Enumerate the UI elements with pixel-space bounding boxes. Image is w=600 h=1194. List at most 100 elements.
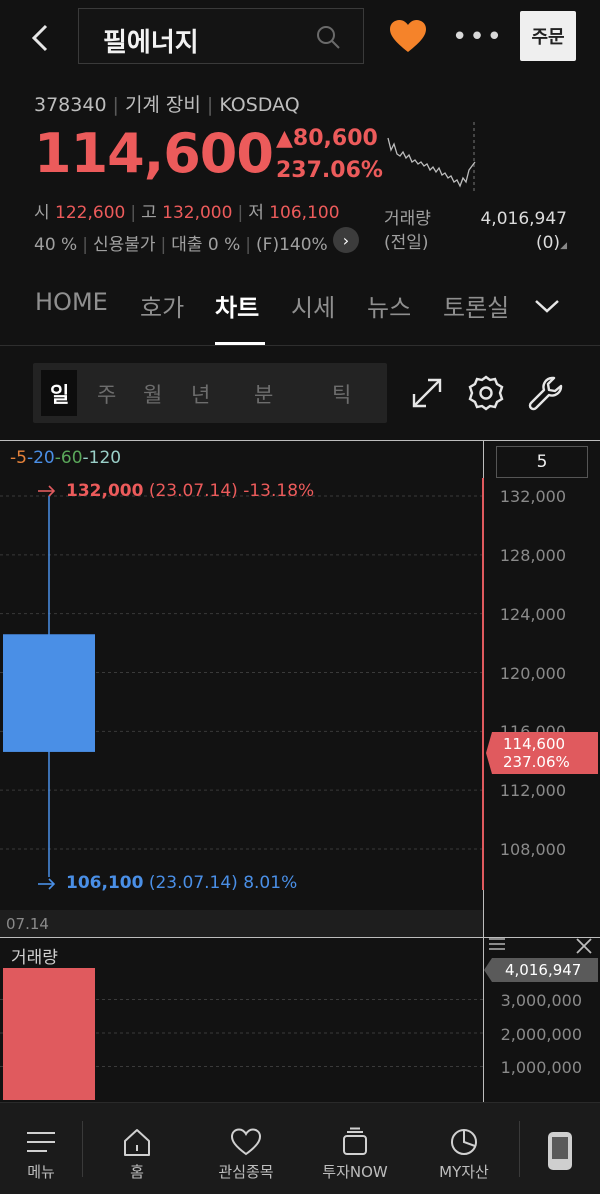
chart-high-label: 132,000 (23.07.14) -13.18% bbox=[38, 481, 314, 501]
expand-icon[interactable] bbox=[408, 374, 446, 412]
home-icon bbox=[124, 1129, 150, 1156]
back-arrow-icon[interactable] bbox=[26, 20, 56, 56]
nav-divider bbox=[519, 1121, 520, 1177]
flag-divider: | bbox=[245, 235, 252, 255]
flag-divider: | bbox=[160, 235, 167, 255]
current-price-tag-pct: 237.06% bbox=[503, 753, 570, 771]
prev-volume-value: 4,016,947 (0)◢ bbox=[480, 207, 567, 258]
volume-value-tag: 4,016,947 bbox=[484, 958, 598, 982]
stock-market: KOSDAQ bbox=[219, 94, 300, 116]
hl-divider: | bbox=[237, 203, 244, 223]
wrench-icon[interactable] bbox=[526, 374, 564, 412]
high-label: 고 bbox=[141, 203, 157, 223]
chart-low-label: 106,100 (23.07.14) 8.01% bbox=[38, 873, 297, 893]
heart-outline-icon bbox=[230, 1128, 262, 1156]
more-options-icon[interactable]: ••• bbox=[452, 22, 502, 52]
stock-name: 필에너지 bbox=[103, 28, 199, 58]
ma-20-label: 20 bbox=[33, 448, 55, 468]
foreign-rate: (F)140% bbox=[256, 235, 328, 255]
chart-low-detail: (23.07.14) 8.01% bbox=[148, 873, 298, 893]
y-tick: 120,000 bbox=[499, 664, 566, 683]
volume-sub-text: (0) bbox=[535, 233, 561, 253]
candle-body bbox=[3, 634, 95, 752]
period-week[interactable]: 주 bbox=[97, 379, 116, 409]
price-change-percent: 237.06% bbox=[276, 158, 383, 183]
stock-sector: 기계 장비 bbox=[124, 94, 201, 116]
nav-my-assets[interactable]: MY자산 bbox=[430, 1103, 498, 1194]
y-tick: 124,000 bbox=[499, 605, 566, 624]
y-tick: 128,000 bbox=[499, 546, 566, 565]
nav-home[interactable]: 홈 bbox=[113, 1103, 161, 1194]
period-tick[interactable]: 틱 bbox=[332, 379, 351, 409]
ma-5-label: 5 bbox=[16, 448, 27, 468]
volume-label: 거래량 bbox=[384, 209, 431, 229]
current-price-tag-value: 114,600 bbox=[503, 735, 566, 753]
nav-home-label: 홈 bbox=[130, 1163, 144, 1181]
menu-icon[interactable] bbox=[488, 936, 506, 952]
nav-invest-now[interactable]: 투자NOW bbox=[315, 1103, 395, 1194]
period-minute[interactable]: 분 bbox=[254, 379, 273, 409]
stock-meta: 378340 | 기계 장비 | KOSDAQ bbox=[34, 90, 300, 117]
hl-divider: | bbox=[130, 203, 137, 223]
close-icon[interactable] bbox=[574, 936, 594, 956]
tab-news[interactable]: 뉴스 bbox=[367, 288, 411, 323]
tab-discussion[interactable]: 토론실 bbox=[443, 288, 509, 323]
search-icon[interactable] bbox=[315, 24, 341, 50]
nav-watchlist[interactable]: 관심종목 bbox=[208, 1103, 284, 1194]
phone-icon[interactable] bbox=[546, 1130, 574, 1172]
tab-chart[interactable]: 차트 bbox=[215, 288, 259, 323]
nav-menu[interactable]: 메뉴 bbox=[18, 1103, 64, 1194]
hamburger-menu-icon bbox=[27, 1132, 55, 1152]
moving-average-legend: -5-20-60-120 bbox=[10, 448, 121, 468]
stock-search-box[interactable]: 필에너지 bbox=[78, 8, 364, 64]
volume-value: 4,016,947 bbox=[480, 209, 567, 229]
news-stack-icon bbox=[343, 1127, 367, 1155]
ma-60-label: 60 bbox=[60, 448, 83, 468]
x-axis-date: 07.14 bbox=[6, 915, 49, 933]
stock-tabs: HOME 호가 차트 시세 뉴스 토론실 bbox=[0, 282, 600, 346]
bottom-navigation: 메뉴 홈 관심종목 투자NOW MY자산 bbox=[0, 1102, 600, 1194]
open-high-low: 시 122,600 | 고 132,000 | 저 106,100 bbox=[34, 198, 340, 223]
ma-120-label: 120 bbox=[88, 448, 122, 468]
meta-divider: | bbox=[206, 94, 214, 116]
current-price-tag: 114,600 237.06% bbox=[486, 732, 598, 774]
gear-icon[interactable] bbox=[467, 374, 505, 412]
price-change: ▲80,600 bbox=[276, 126, 378, 151]
margin-rate: 40 % bbox=[34, 235, 78, 255]
order-button[interactable]: 주문 bbox=[520, 11, 576, 61]
stock-code: 378340 bbox=[34, 94, 107, 116]
candle-count-box[interactable]: 5 bbox=[496, 446, 588, 478]
favorite-heart-icon[interactable] bbox=[388, 18, 428, 54]
volume-pane-title: 거래량 bbox=[11, 948, 58, 968]
nav-watchlist-label: 관심종목 bbox=[218, 1163, 274, 1181]
nav-invest-now-label: 투자NOW bbox=[322, 1163, 388, 1181]
tab-quotes[interactable]: 시세 bbox=[291, 288, 335, 323]
intraday-sparkline bbox=[387, 122, 476, 194]
pie-chart-icon bbox=[451, 1129, 477, 1155]
open-value: 122,600 bbox=[55, 203, 126, 223]
nav-divider bbox=[82, 1121, 83, 1177]
period-month[interactable]: 월 bbox=[143, 379, 162, 409]
chart-low-value: 106,100 bbox=[66, 873, 144, 893]
period-day[interactable]: 일 bbox=[50, 379, 69, 409]
prev-day-label: (전일) bbox=[384, 233, 429, 253]
ma-20: -20 bbox=[26, 448, 55, 468]
chart-high-detail: (23.07.14) -13.18% bbox=[148, 481, 315, 501]
stock-flags: 40 % | 신용불가 | 대출 0 % | (F)140% bbox=[34, 230, 328, 255]
chevron-down-icon[interactable] bbox=[532, 294, 562, 318]
flags-more-button[interactable]: › bbox=[333, 227, 359, 253]
volume-tick: 1,000,000 bbox=[500, 1058, 582, 1077]
volume-sub: (0)◢ bbox=[480, 231, 567, 258]
tab-home[interactable]: HOME bbox=[35, 288, 108, 316]
open-label: 시 bbox=[34, 203, 50, 223]
period-year[interactable]: 년 bbox=[191, 379, 210, 409]
active-tab-indicator bbox=[215, 342, 265, 345]
top-bar: 필에너지 ••• 주문 bbox=[0, 0, 600, 78]
prev-volume-label: 거래량 (전일) bbox=[384, 207, 431, 255]
y-tick: 132,000 bbox=[499, 487, 566, 506]
tab-orderbook[interactable]: 호가 bbox=[140, 288, 184, 323]
low-label: 저 bbox=[248, 203, 264, 223]
chart-high-value: 132,000 bbox=[66, 481, 144, 501]
corner-triangle-icon: ◢ bbox=[560, 241, 567, 251]
flag-divider: | bbox=[82, 235, 88, 255]
